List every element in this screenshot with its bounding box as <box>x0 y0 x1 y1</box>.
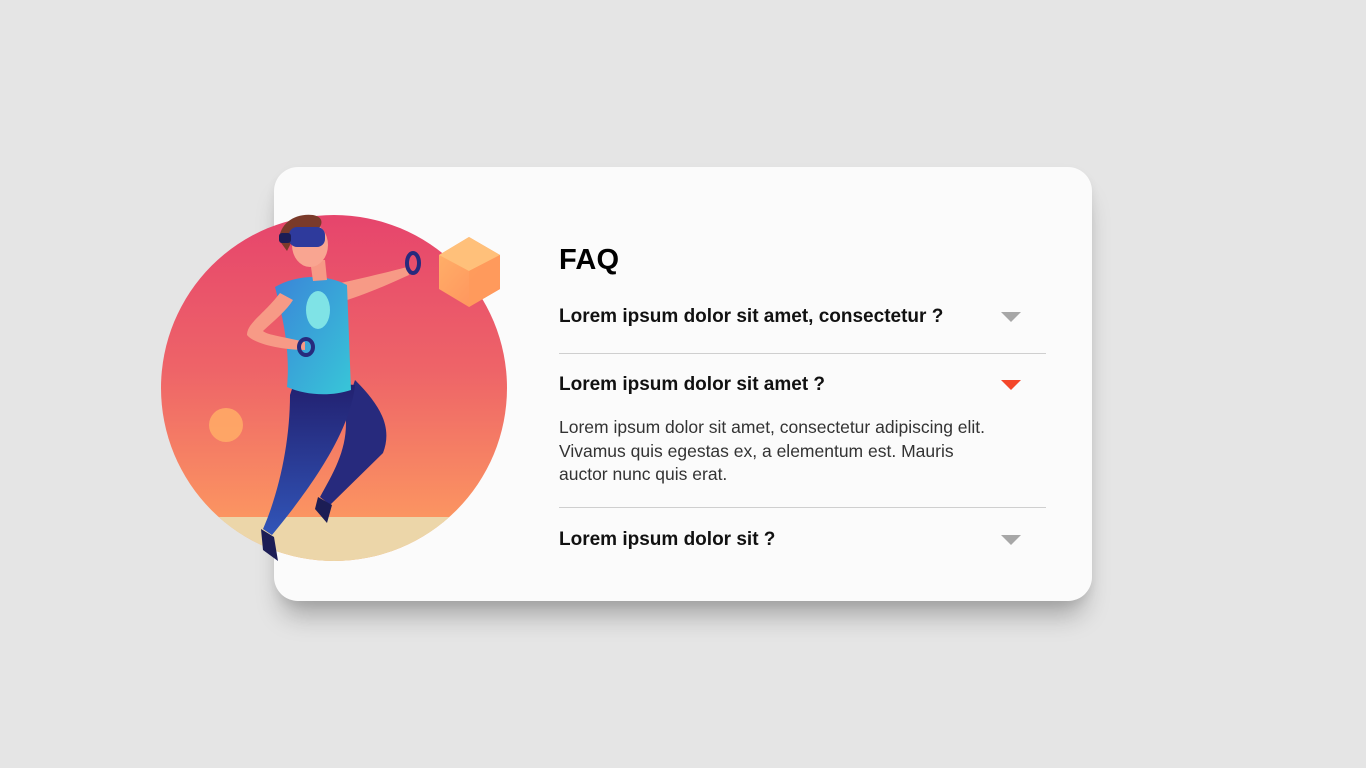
faq-question-toggle[interactable]: Lorem ipsum dolor sit amet, consectetur … <box>559 299 1046 334</box>
ball-icon <box>209 408 243 442</box>
faq-question-toggle[interactable]: Lorem ipsum dolor sit ? <box>559 528 1046 552</box>
chevron-down-icon[interactable] <box>1001 534 1021 545</box>
faq-question-toggle[interactable]: Lorem ipsum dolor sit amet ? <box>559 373 1046 397</box>
faq-section: FAQ Lorem ipsum dolor sit amet, consecte… <box>559 240 1046 552</box>
vr-illustration <box>155 205 515 570</box>
faq-question-text: Lorem ipsum dolor sit amet, consectetur … <box>559 305 944 327</box>
faq-title: FAQ <box>559 244 620 276</box>
faq-item: Lorem ipsum dolor sit amet ? Lorem ipsum… <box>559 373 1046 508</box>
faq-item: Lorem ipsum dolor sit ? <box>559 528 1046 552</box>
faq-question-text: Lorem ipsum dolor sit ? <box>559 528 776 550</box>
chevron-down-icon[interactable] <box>1001 380 1021 390</box>
faq-answer-text: Lorem ipsum dolor sit amet, consectetur … <box>559 417 986 484</box>
faq-question-text: Lorem ipsum dolor sit amet ? <box>559 374 826 395</box>
faq-item: Lorem ipsum dolor sit amet, consectetur … <box>559 299 1046 354</box>
chevron-down-icon[interactable] <box>1001 311 1021 322</box>
